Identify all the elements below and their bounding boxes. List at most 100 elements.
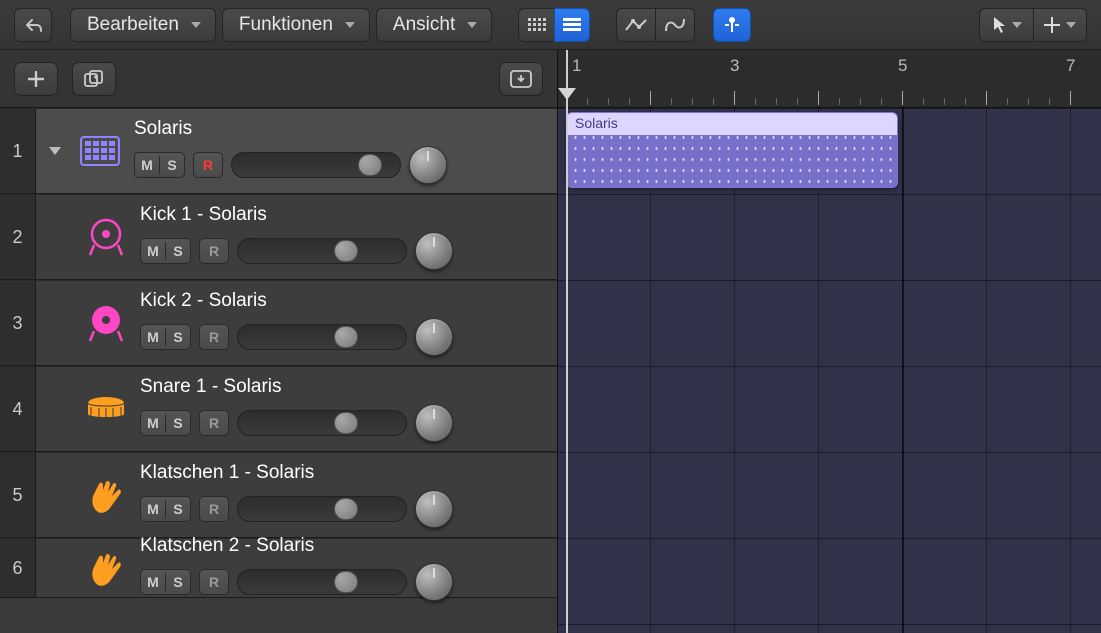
volume-slider[interactable] — [237, 238, 407, 264]
clip-pattern-preview — [567, 135, 897, 187]
flex-icon — [664, 17, 686, 33]
slider-thumb[interactable] — [334, 240, 358, 262]
track-row[interactable]: 3 Kick 2 - Solaris MS R — [0, 280, 557, 366]
solo-button[interactable]: S — [166, 501, 190, 517]
solo-button[interactable]: S — [166, 574, 190, 590]
solo-button[interactable]: S — [166, 243, 190, 259]
menu-view[interactable]: Ansicht — [376, 8, 492, 42]
chevron-down-icon — [1012, 22, 1022, 28]
track-name: Kick 2 - Solaris — [140, 290, 543, 312]
volume-slider[interactable] — [231, 152, 401, 178]
volume-slider[interactable] — [237, 496, 407, 522]
pan-knob[interactable] — [415, 404, 453, 442]
clap-icon — [84, 546, 128, 590]
kick-icon — [84, 215, 128, 259]
record-enable-button[interactable]: R — [199, 410, 229, 436]
mute-solo-pill: M S — [134, 152, 185, 178]
record-enable-button[interactable]: R — [199, 238, 229, 264]
solo-button[interactable]: S — [166, 415, 190, 431]
slider-thumb[interactable] — [358, 154, 382, 176]
record-enable-button[interactable]: R — [199, 496, 229, 522]
track-number: 3 — [0, 281, 36, 365]
snap-playhead-button[interactable] — [713, 8, 751, 42]
track-row[interactable]: 2 Kick 1 - Solaris MS R — [0, 194, 557, 280]
bar-number: 1 — [572, 56, 581, 76]
pan-knob[interactable] — [415, 490, 453, 528]
automation-button[interactable] — [616, 8, 655, 42]
grid-icon — [528, 18, 546, 32]
view-grid-button[interactable] — [518, 8, 554, 42]
pan-knob[interactable] — [409, 146, 447, 184]
pointer-icon — [992, 16, 1006, 34]
add-track-button[interactable] — [14, 62, 58, 96]
catch-box-icon — [510, 70, 532, 88]
mute-button[interactable]: M — [141, 329, 165, 345]
record-enable-button[interactable]: R — [199, 569, 229, 595]
chevron-down-icon — [1066, 22, 1076, 28]
track-headers: 1 Solaris M S R — [0, 50, 558, 633]
track-name: Klatschen 2 - Solaris — [140, 535, 543, 557]
solo-button[interactable]: S — [166, 329, 190, 345]
pan-knob[interactable] — [415, 232, 453, 270]
automation-line-icon — [625, 18, 647, 32]
pan-knob[interactable] — [415, 318, 453, 356]
chevron-down-icon — [191, 22, 201, 28]
volume-slider[interactable] — [237, 410, 407, 436]
chevron-down-icon — [467, 22, 477, 28]
view-mode-toggle — [518, 8, 590, 42]
track-name: Kick 1 - Solaris — [140, 204, 543, 226]
slider-thumb[interactable] — [334, 571, 358, 593]
pan-knob[interactable] — [415, 563, 453, 601]
view-list-button[interactable] — [554, 8, 590, 42]
flex-button[interactable] — [655, 8, 695, 42]
menu-edit[interactable]: Bearbeiten — [70, 8, 216, 42]
region-clip[interactable]: Solaris — [566, 112, 898, 188]
menu-label: Bearbeiten — [87, 14, 179, 36]
automation-flex-group — [616, 8, 695, 42]
track-row[interactable]: 1 Solaris M S R — [0, 108, 557, 194]
bar-number: 7 — [1066, 56, 1075, 76]
secondary-tool-button[interactable] — [1033, 8, 1087, 42]
mute-button[interactable]: M — [141, 243, 165, 259]
mute-button[interactable]: M — [141, 415, 165, 431]
volume-slider[interactable] — [237, 569, 407, 595]
mute-button[interactable]: M — [135, 157, 159, 173]
crosshair-icon — [1044, 17, 1060, 33]
track-number: 6 — [0, 539, 36, 597]
plus-icon — [28, 71, 44, 87]
bar-number: 3 — [730, 56, 739, 76]
back-curve-icon — [23, 16, 43, 34]
slider-thumb[interactable] — [334, 412, 358, 434]
menu-functions[interactable]: Funktionen — [222, 8, 370, 42]
track-name: Solaris — [134, 118, 543, 140]
back-button[interactable] — [14, 8, 52, 42]
track-name: Snare 1 - Solaris — [140, 376, 543, 398]
playhead[interactable] — [566, 50, 568, 633]
record-enable-button[interactable]: R — [199, 324, 229, 350]
bar-number: 5 — [898, 56, 907, 76]
duplicate-icon — [84, 70, 104, 88]
track-number: 1 — [0, 109, 36, 193]
mute-button[interactable]: M — [141, 501, 165, 517]
slider-thumb[interactable] — [334, 498, 358, 520]
arrange-area[interactable]: 1 3 5 7 Solaris — [558, 50, 1101, 633]
global-tracks-button[interactable] — [499, 62, 543, 96]
menu-label: Ansicht — [393, 14, 455, 36]
track-row[interactable]: 4 Snare 1 - Solaris MS R — [0, 366, 557, 452]
solo-button[interactable]: S — [160, 157, 184, 173]
ruler-ticks — [558, 79, 1101, 105]
track-name: Klatschen 1 - Solaris — [140, 462, 543, 484]
volume-slider[interactable] — [237, 324, 407, 350]
slider-thumb[interactable] — [334, 326, 358, 348]
track-row[interactable]: 5 Klatschen 1 - Solaris MS R — [0, 452, 557, 538]
timeline-ruler[interactable]: 1 3 5 7 — [558, 50, 1101, 108]
chevron-down-icon — [49, 147, 61, 155]
track-number: 2 — [0, 195, 36, 279]
tool-select-group — [979, 8, 1087, 42]
track-row[interactable]: 6 Klatschen 2 - Solaris MS R — [0, 538, 557, 598]
pointer-tool-button[interactable] — [979, 8, 1033, 42]
duplicate-track-button[interactable] — [72, 62, 116, 96]
disclosure-toggle[interactable] — [44, 147, 66, 155]
record-enable-button[interactable]: R — [193, 152, 223, 178]
mute-button[interactable]: M — [141, 574, 165, 590]
